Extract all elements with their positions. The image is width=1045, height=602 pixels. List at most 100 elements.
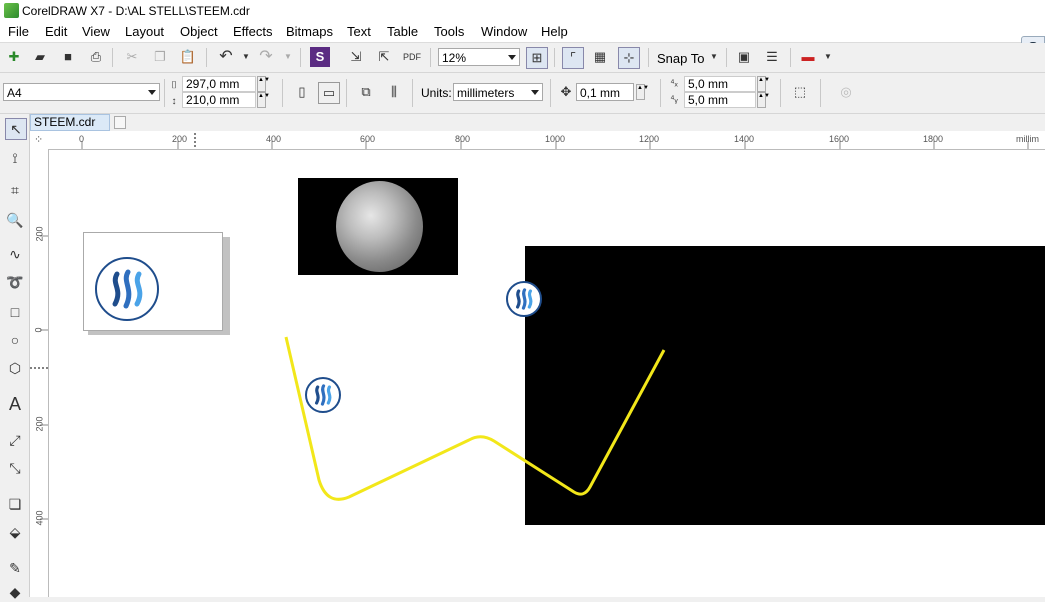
menu-file[interactable]: File [8,24,29,39]
export-icon[interactable]: ⇱ [374,47,394,67]
drawing-canvas[interactable] [49,150,1045,597]
ruler-ticks [30,235,48,520]
connector-tool-icon[interactable]: ⤡ [5,458,25,478]
text-tool-icon[interactable]: A [5,394,25,414]
crop-tool-icon[interactable]: ⌗ [5,180,25,200]
print-icon[interactable]: ⎙ [86,47,106,67]
width-spinner[interactable]: ▲▼ [257,76,270,92]
nudge-spinner[interactable]: ▲▼ [636,84,649,100]
separator [430,48,431,67]
page-height-field[interactable]: 210,0 mm [182,92,256,108]
ruler-label: 1400 [734,134,755,144]
steem-logo-icon[interactable] [506,281,542,317]
landscape-icon[interactable]: ▭ [318,82,340,104]
curve-layer [284,336,666,501]
menu-help[interactable]: Help [541,24,568,39]
ruler-label: 1000 [545,134,566,144]
quick-customize-icon[interactable]: ◎ [836,82,856,102]
page-width-field[interactable]: 297,0 mm [182,76,256,92]
shape-tool-icon[interactable]: ⟟ [5,148,25,168]
duplicate-y-field[interactable]: 5,0 mm [684,92,756,108]
application-launcher-icon[interactable]: ▬ [798,47,818,67]
all-pages-icon[interactable]: ⧉ [356,82,376,102]
launcher-dropdown-icon[interactable]: ▼ [818,47,838,67]
zoom-to-page-icon[interactable]: ⊞ [526,47,548,69]
title-bar: CorelDRAW X7 - D:\AL STELL\STEEM.cdr [0,0,1045,22]
corel-connect-icon[interactable]: S [310,47,330,67]
ruler-origin[interactable]: ⁘ [30,131,49,150]
new-document-icon[interactable]: ✚ [4,47,24,67]
portrait-icon[interactable]: ▯ [292,82,312,102]
menu-view[interactable]: View [82,24,110,39]
ruler-label: 1800 [923,134,944,144]
standard-toolbar: ✚ ▰ ■ ⎙ ✂ ❐ 📋 ↶ ▼ ↷ ▼ S ⇲ ⇱ PDF 12% ⊞ ⌜ … [0,43,1045,73]
nudge-distance-icon: ✥ [560,84,572,99]
chevron-down-icon [148,90,156,95]
rectangle-tool-icon[interactable]: □ [5,302,25,322]
parallel-dimension-icon[interactable]: ⤢ [5,430,25,450]
cut-icon[interactable]: ✂ [122,47,142,67]
snap-to-dropdown-icon[interactable]: ▼ [704,47,724,67]
show-grid-icon[interactable]: ▦ [590,47,610,67]
horizontal-ruler[interactable]: 0 200 400 600 800 1000 1200 1400 1600 18… [48,131,1045,150]
open-icon[interactable]: ▰ [30,47,50,67]
save-icon[interactable]: ■ [58,47,78,67]
copy-icon[interactable]: ❐ [150,47,170,67]
ruler-label: 800 [455,134,471,144]
menu-bitmaps[interactable]: Bitmaps [286,24,333,39]
options-icon[interactable]: ☰ [762,47,782,67]
transparency-icon[interactable]: ⬙ [5,522,25,542]
menu-effects[interactable]: Effects [233,24,273,39]
undo-dropdown-icon[interactable]: ▼ [236,47,256,67]
pick-tool-icon[interactable]: ↖ [5,118,27,140]
menu-tools[interactable]: Tools [434,24,464,39]
ellipse-tool-icon[interactable]: ○ [5,330,25,350]
eyedropper-icon[interactable]: ✎ [5,558,25,578]
undo-icon[interactable]: ↶ [216,47,236,67]
current-page-icon[interactable]: ⫼ [384,82,404,102]
redo-icon[interactable]: ↷ [256,47,276,67]
drop-shadow-icon[interactable]: ❏ [5,494,25,514]
coreldraw-icon [4,3,19,18]
menu-edit[interactable]: Edit [45,24,67,39]
show-rulers-icon[interactable]: ⌜ [562,47,584,69]
document-tab-bar [30,114,1045,131]
steem-logo-icon[interactable] [305,377,341,413]
nudge-value: 0,1 mm [580,86,621,100]
snap-to-button[interactable]: Snap To [657,51,704,66]
polygon-tool-icon[interactable]: ⬡ [5,358,25,378]
freehand-tool-icon[interactable]: ∿ [5,244,25,264]
menu-window[interactable]: Window [481,24,527,39]
units-label: Units: [421,86,452,100]
interactive-fill-icon[interactable]: ◆ [5,582,25,602]
redo-dropdown-icon[interactable]: ▼ [278,47,298,67]
separator [780,79,781,107]
page-height-value: 210,0 mm [186,93,240,107]
treat-as-filled-icon[interactable]: ⬚ [790,82,810,102]
duplicate-x-field[interactable]: 5,0 mm [684,76,756,92]
publish-pdf-icon[interactable]: PDF [402,47,422,67]
page-size-select[interactable]: A4 [3,83,160,101]
duplicate-y-icon: ⁴ᵧ [670,94,678,105]
separator [554,48,555,67]
dup-y-spinner[interactable]: ▲▼ [757,92,770,108]
paste-icon[interactable]: 📋 [178,47,198,67]
units-select[interactable]: millimeters [453,83,543,101]
zoom-level-select[interactable]: 12% [438,48,520,66]
menu-text[interactable]: Text [347,24,371,39]
dup-x-spinner[interactable]: ▲▼ [757,76,770,92]
import-icon[interactable]: ⇲ [346,47,366,67]
nudge-distance-field[interactable]: 0,1 mm [576,83,634,101]
artistic-media-icon[interactable]: ➰ [5,272,25,292]
menu-object[interactable]: Object [180,24,218,39]
tab-steem-cdr[interactable]: STEEM.cdr [30,114,110,131]
page-size-value: A4 [7,86,22,100]
menu-table[interactable]: Table [387,24,418,39]
show-guidelines-icon[interactable]: ⊹ [618,47,640,69]
zoom-tool-icon[interactable]: 🔍 [5,210,25,230]
height-spinner[interactable]: ▲▼ [257,92,270,108]
menu-layout[interactable]: Layout [125,24,164,39]
vertical-ruler[interactable]: 200 0 200 400 [30,149,49,597]
welcome-screen-icon[interactable]: ▣ [734,47,754,67]
new-tab-icon[interactable] [114,116,126,129]
